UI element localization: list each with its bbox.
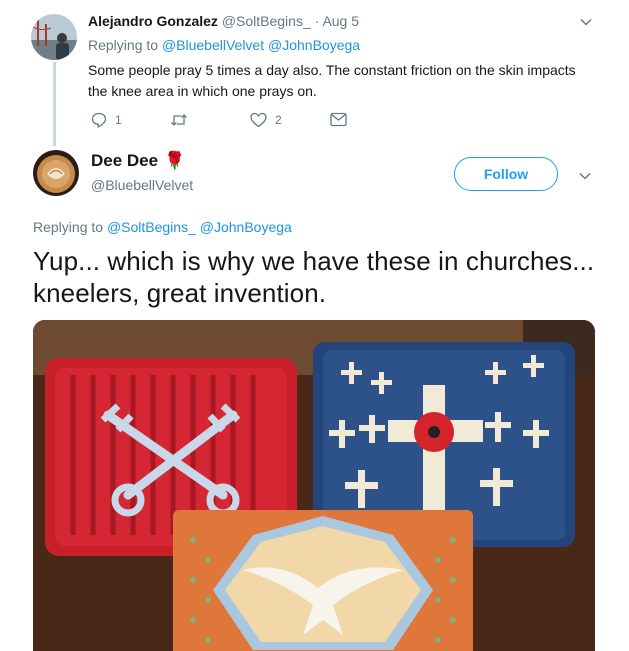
thread-connector-line [53,62,56,146]
tweet-actions: 1 2 [88,112,358,132]
mention-link[interactable]: @BluebellVelvet [162,37,264,53]
follow-button[interactable]: Follow [454,157,558,191]
kneelers-photo [33,320,595,651]
replying-to-label: Replying to [88,37,159,53]
mention-link[interactable]: @JohnBoyega [200,219,292,235]
reply-tweet-text: Some people pray 5 times a day also. The… [88,62,576,99]
retweet-icon [171,114,187,126]
chevron-down-icon[interactable] [579,169,591,187]
replying-to-line: Replying to @SoltBegins_ @JohnBoyega [33,219,292,235]
tweet-timestamp[interactable]: Aug 5 [322,13,359,29]
orange-kneeler [173,510,473,651]
avatar[interactable] [33,150,79,196]
avatar-photo [33,150,79,196]
author-handle[interactable]: @SoltBegins_ [222,13,311,29]
avatar-photo [31,14,77,60]
reply-icon [91,112,107,128]
author-name-row: Dee Dee 🌹 [91,151,185,171]
reply-count: 1 [115,113,122,127]
avatar[interactable] [31,14,77,60]
main-tweet-text: Yup... which is why we have these in chu… [33,246,595,308]
like-button[interactable]: 2 [250,112,282,128]
retweet-button[interactable] [170,112,196,128]
chevron-down-icon[interactable] [580,15,592,33]
heart-icon [250,112,267,128]
author-name[interactable]: Alejandro Gonzalez [88,13,218,29]
reply-tweet-header: Alejandro Gonzalez @SoltBegins_ · Aug 5 [88,13,359,29]
direct-message-button[interactable] [330,112,347,127]
author-handle[interactable]: @BluebellVelvet [91,177,193,193]
tweet-photo[interactable] [33,320,595,651]
replying-to-line: Replying to @BluebellVelvet @JohnBoyega [88,37,360,53]
message-icon [330,112,347,127]
reply-button[interactable]: 1 [91,112,122,128]
mention-link[interactable]: @JohnBoyega [268,37,360,53]
author-name[interactable]: Dee Dee [91,151,158,171]
rose-emoji: 🌹 [164,151,186,170]
replying-to-label: Replying to [33,219,104,235]
like-count: 2 [275,113,282,127]
separator-dot: · [314,13,320,29]
mention-link[interactable]: @SoltBegins_ [107,219,196,235]
